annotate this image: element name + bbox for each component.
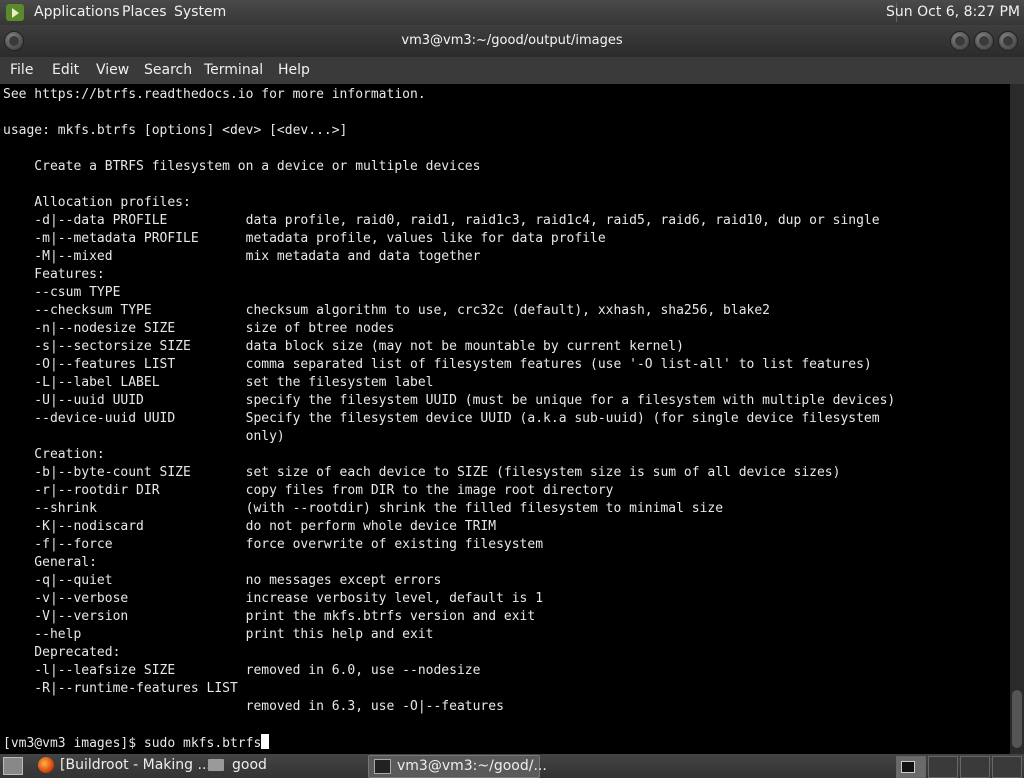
terminal-line: usage: mkfs.btrfs [options] <dev> [<dev.… [3,123,348,138]
task-label: [Buildroot - Making ... [60,757,211,773]
terminal-line: -l|--leafsize SIZE removed in 6.0, use -… [3,663,481,678]
maximize-icon[interactable] [974,31,994,51]
terminal-line: Allocation profiles: [3,195,191,210]
workspace-1[interactable] [896,756,926,778]
terminal-line: -r|--rootdir DIR copy files from DIR to … [3,483,614,498]
terminal-line: -q|--quiet no messages except errors [3,573,442,588]
terminal-line: Create a BTRFS filesystem on a device or… [3,159,481,174]
firefox-icon [38,757,54,773]
minimize-icon[interactable] [950,31,970,51]
terminal-line: -K|--nodiscard do not perform whole devi… [3,519,497,534]
menu-view[interactable]: View [96,62,129,78]
terminal-icon [374,759,391,774]
terminal-line: only) [3,429,285,444]
menu-search[interactable]: Search [144,62,192,78]
task-firefox[interactable]: [Buildroot - Making ... [32,755,211,776]
menu-places[interactable]: Places [122,4,167,20]
terminal-line: -s|--sectorsize SIZE data block size (ma… [3,339,684,354]
applications-logo-icon[interactable] [6,4,24,21]
terminal-line: -v|--verbose increase verbosity level, d… [3,591,544,606]
window-titlebar[interactable]: vm3@vm3:~/good/output/images [0,25,1024,57]
task-label: good [232,757,267,773]
terminal-line: Deprecated: [3,645,121,660]
terminal-line: -V|--version print the mkfs.btrfs versio… [3,609,536,624]
terminal-line: -m|--metadata PROFILE metadata profile, … [3,231,606,246]
terminal-prompt[interactable]: [vm3@vm3 images]$ sudo mkfs.btrfs [3,736,261,751]
workspace-2[interactable] [928,756,958,778]
terminal-line: -n|--nodesize SIZE size of btree nodes [3,321,395,336]
top-panel: Applications Places System Sun Oct 6, 8:… [0,0,1024,25]
terminal-line: General: [3,555,97,570]
panel-clock[interactable]: Sun Oct 6, 8:27 PM [886,4,1020,20]
terminal-line: -f|--force force overwrite of existing f… [3,537,544,552]
terminal-text: See https://btrfs.readthedocs.io for mor… [3,86,895,753]
terminal-line: -d|--data PROFILE data profile, raid0, r… [3,213,880,228]
menu-applications[interactable]: Applications [34,4,120,20]
terminal-line: --device-uuid UUID Specify the filesyste… [3,411,880,426]
terminal-line: Features: [3,267,105,282]
terminal-line: Creation: [3,447,105,462]
bottom-taskbar: [Buildroot - Making ... good vm3@vm3:~/g… [0,754,1024,778]
terminal-line: -O|--features LIST comma separated list … [3,357,872,372]
menu-edit[interactable]: Edit [52,62,79,78]
terminal-line: --checksum TYPE checksum algorithm to us… [3,303,771,318]
workspace-3[interactable] [960,756,990,778]
show-desktop-icon[interactable] [3,757,23,775]
terminal-line: -b|--byte-count SIZE set size of each de… [3,465,841,480]
folder-icon [208,759,224,771]
menu-file[interactable]: File [10,62,33,78]
terminal-line: --csum TYPE [3,285,121,300]
menu-terminal[interactable]: Terminal [204,62,263,78]
terminal-cursor [261,734,270,749]
menu-system[interactable]: System [174,4,226,20]
window-title: vm3@vm3:~/good/output/images [401,33,623,48]
task-label: vm3@vm3:~/good/... [397,758,547,774]
terminal-line: -L|--label LABEL set the filesystem labe… [3,375,434,390]
task-file-manager[interactable]: good [204,755,364,776]
workspace-4[interactable] [992,756,1022,778]
terminal-menubar: File Edit View Search Terminal Help [0,57,1024,84]
terminal-scrollbar[interactable] [1010,84,1024,754]
terminal-line: --shrink (with --rootdir) shrink the fil… [3,501,724,516]
task-terminal[interactable]: vm3@vm3:~/good/... [368,755,547,778]
workspace-window-icon [901,761,915,773]
terminal-line: See https://btrfs.readthedocs.io for mor… [3,87,426,102]
terminal-line: --help print this help and exit [3,627,434,642]
terminal-line: removed in 6.3, use -O|--features [3,699,504,714]
menu-help[interactable]: Help [278,62,310,78]
scrollbar-thumb[interactable] [1012,690,1022,748]
terminal-line: -M|--mixed mix metadata and data togethe… [3,249,481,264]
terminal-line: -U|--uuid UUID specify the filesystem UU… [3,393,896,408]
terminal-line: -R|--runtime-features LIST [3,681,238,696]
terminal-output[interactable]: See https://btrfs.readthedocs.io for mor… [0,84,1010,754]
close-icon[interactable] [998,31,1018,51]
